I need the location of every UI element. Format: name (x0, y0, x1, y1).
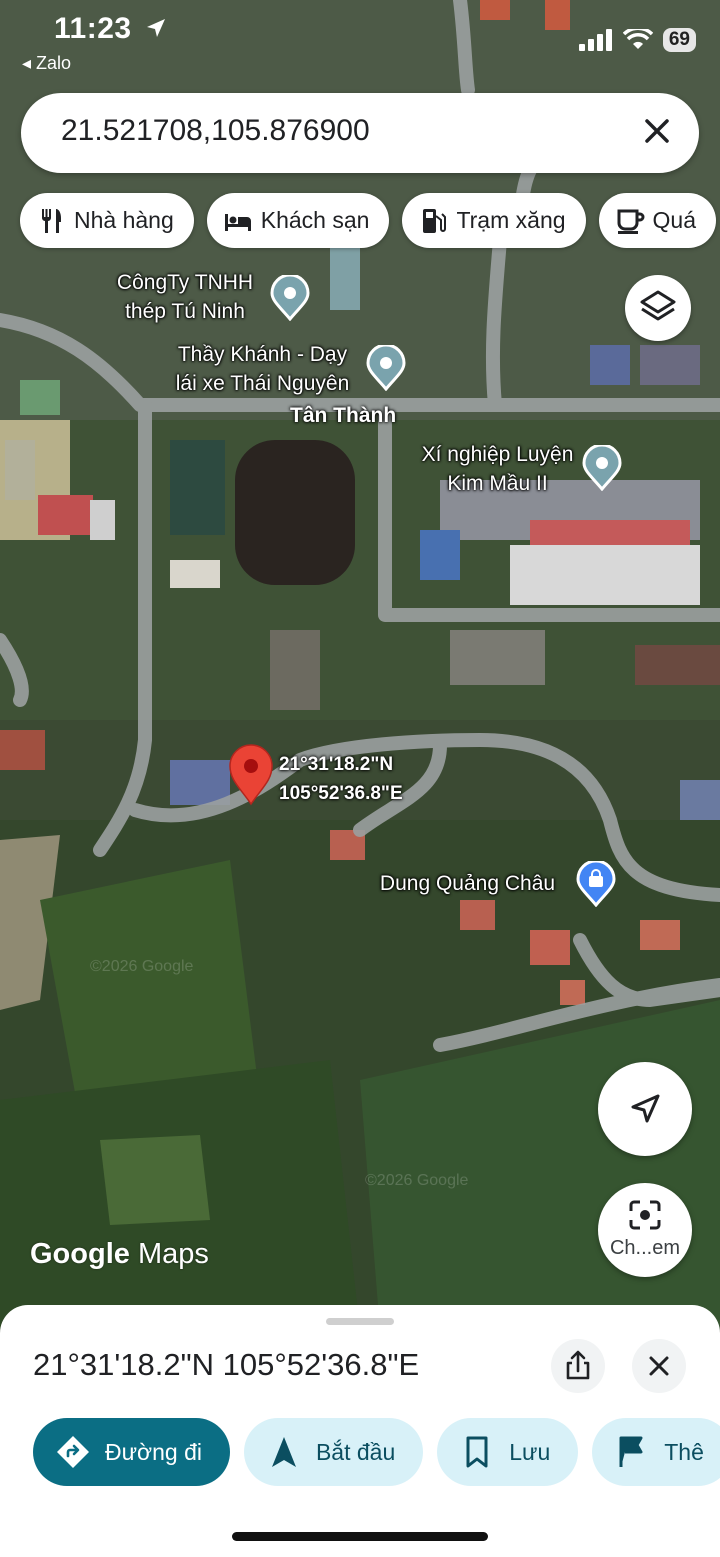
drag-handle[interactable] (326, 1318, 394, 1325)
wifi-icon (622, 29, 653, 49)
poi-name-line: Thầy Khánh - Dạy (177, 343, 348, 366)
place-bottom-sheet[interactable]: 21°31'18.2"N 105°52'36.8"E Đường đi Bắt … (0, 1305, 720, 1557)
chip-label: Nhà hàng (74, 207, 174, 233)
restaurant-icon (42, 208, 61, 233)
poi-name-line: Xí nghiệp Luyện (421, 443, 574, 466)
directions-label: Đường đi (105, 1438, 202, 1465)
poi-marker-icon[interactable] (270, 275, 310, 321)
poi-name-line: CôngTy TNHH (116, 271, 254, 294)
category-chips: Nhà hàng Khách sạn Trạm xăng Quá (20, 193, 717, 248)
directions-icon (57, 1436, 89, 1468)
dropped-pin-icon[interactable] (228, 744, 274, 806)
navigation-start-icon (271, 1437, 296, 1467)
chip-cafes[interactable]: Quá (598, 193, 717, 248)
poi-name-line: Dung Quảng Châu (379, 872, 556, 895)
save-label: Lưu (509, 1438, 551, 1465)
cafe-icon (617, 209, 644, 234)
status-time: 11:23 (54, 12, 168, 46)
add-label-button[interactable]: Thê (592, 1418, 720, 1486)
layers-icon (640, 290, 676, 321)
poi-label[interactable]: CôngTy TNHH thép Tú Ninh (100, 268, 270, 326)
gas-station-icon (423, 208, 447, 233)
poi-name-line: Kim Mầu II (447, 472, 548, 495)
poi-name-line: thép Tú Ninh (125, 300, 245, 323)
pin-longitude: 105°52'36.8"E (279, 783, 403, 804)
lens-search-button[interactable]: Ch...em (598, 1183, 692, 1277)
camera-lens-icon (629, 1200, 661, 1230)
poi-label[interactable]: Thầy Khánh - Dạy lái xe Thái Nguyên (160, 340, 365, 398)
poi-label[interactable]: Dung Quảng Châu (365, 869, 570, 898)
battery-indicator: 69 (662, 28, 696, 52)
poi-name-line: lái xe Thái Nguyên (175, 372, 350, 395)
logo-maps-text: Maps (137, 1238, 209, 1270)
back-app-name: Zalo (36, 53, 72, 73)
chip-label: Quá (652, 207, 697, 233)
action-buttons: Đường đi Bắt đầu Lưu Thê (33, 1418, 720, 1486)
close-icon (649, 1356, 669, 1376)
map-watermark: ©2026 Google (365, 1172, 469, 1189)
hotel-icon (224, 213, 251, 231)
lens-label: Ch...em (609, 1237, 681, 1259)
google-maps-logo: Google Maps (30, 1238, 209, 1271)
chip-hotels[interactable]: Khách sạn (206, 193, 390, 248)
chip-label: Trạm xăng (456, 207, 566, 233)
location-arrow-icon (147, 19, 166, 37)
layers-button[interactable] (625, 275, 691, 341)
search-query[interactable]: 21.521708,105.876900 (61, 114, 370, 148)
save-button[interactable]: Lưu (437, 1418, 579, 1486)
share-icon (566, 1350, 590, 1380)
logo-google-text: Google (30, 1238, 130, 1270)
poi-label[interactable]: Xí nghiệp Luyện Kim Mầu II (400, 440, 595, 498)
search-bar[interactable]: 21.521708,105.876900 (21, 93, 699, 173)
share-button[interactable] (551, 1339, 605, 1393)
close-sheet-button[interactable] (632, 1339, 686, 1393)
close-icon[interactable] (637, 111, 677, 151)
chip-label: Khách sạn (260, 207, 370, 233)
bookmark-icon (466, 1436, 488, 1468)
shopping-marker-icon[interactable] (576, 861, 616, 907)
chip-restaurants[interactable]: Nhà hàng (20, 193, 194, 248)
directions-button[interactable]: Đường đi (33, 1418, 230, 1486)
my-location-button[interactable] (598, 1062, 692, 1156)
place-coordinates-title: 21°31'18.2"N 105°52'36.8"E (33, 1347, 420, 1382)
navigation-arrow-icon (631, 1094, 660, 1123)
pin-latitude: 21°31'18.2"N (279, 754, 394, 775)
back-to-app[interactable]: ◂ Zalo (22, 53, 71, 74)
cellular-signal-icon (578, 29, 612, 51)
chip-gas-stations[interactable]: Trạm xăng (402, 193, 586, 248)
clock: 11:23 (54, 12, 132, 45)
poi-marker-icon[interactable] (366, 345, 406, 391)
area-label: Tân Thành (290, 404, 397, 427)
poi-marker-icon[interactable] (582, 445, 622, 491)
home-indicator (232, 1532, 488, 1541)
map-watermark: ©2026 Google (90, 958, 194, 975)
pin-coordinates-label: 21°31'18.2"N 105°52'36.8"E (279, 750, 403, 808)
status-bar: 11:23 ◂ Zalo 69 (0, 0, 720, 90)
start-button[interactable]: Bắt đầu (243, 1418, 424, 1486)
flag-icon (619, 1436, 643, 1467)
start-label: Bắt đầu (315, 1438, 396, 1465)
add-label-label: Thê (664, 1438, 704, 1465)
